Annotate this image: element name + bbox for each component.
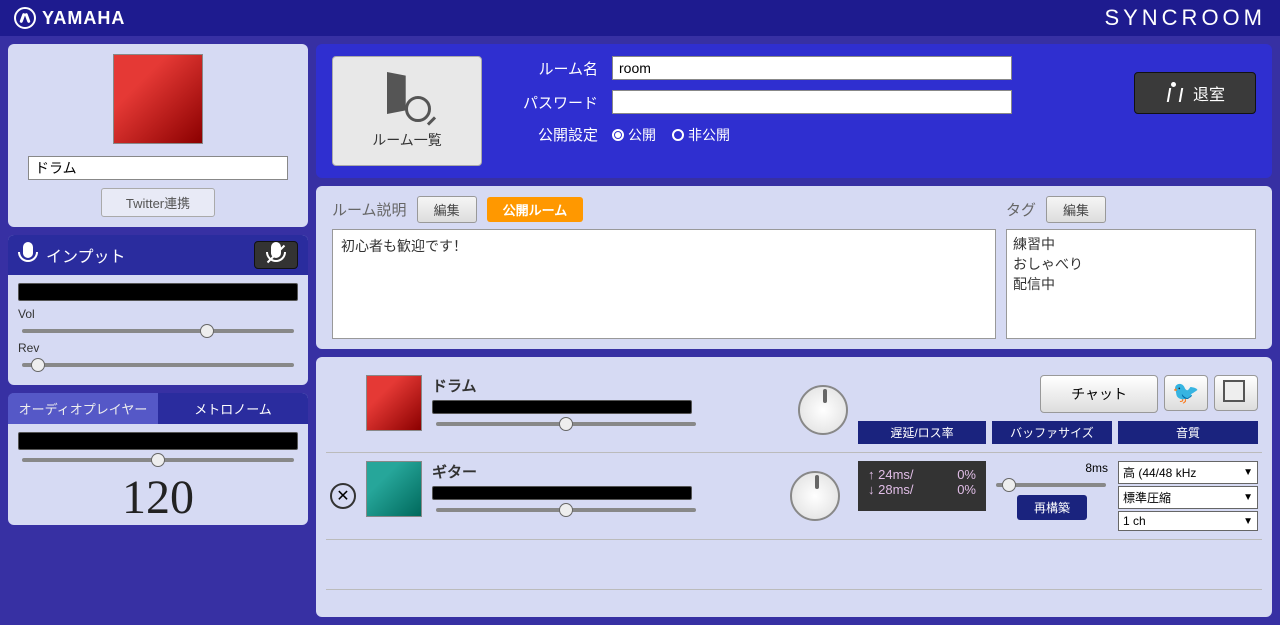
desc-label: ルーム説明 <box>332 199 407 220</box>
tempo-display: 120 <box>18 470 298 525</box>
twitter-link-button[interactable]: Twitter連携 <box>101 188 215 217</box>
copy-icon <box>1227 384 1245 402</box>
twitter-share-button[interactable]: 🐦 <box>1164 375 1208 411</box>
password-label: パスワード <box>498 92 598 113</box>
brand-name: YAMAHA <box>42 8 125 29</box>
tag-item: 配信中 <box>1013 274 1249 294</box>
brand-left: YAMAHA <box>14 7 125 29</box>
metronome-vol-slider[interactable] <box>22 458 294 462</box>
public-room-button[interactable]: 公開ルーム <box>487 197 584 222</box>
member-avatar <box>366 375 422 431</box>
exit-icon <box>1165 82 1181 104</box>
tag-item: 練習中 <box>1013 234 1249 254</box>
tag-item: おしゃべり <box>1013 254 1249 274</box>
room-description-panel: ルーム説明 編集 公開ルーム 初心者も歓迎です！ タグ 編集 練習中 おしゃべり… <box>316 186 1272 349</box>
mic-icon <box>18 242 38 268</box>
pan-knob[interactable] <box>790 471 840 521</box>
player-panel: オーディオプレイヤー メトロノーム 120 <box>8 393 308 525</box>
channels-dropdown[interactable]: 1 ch <box>1118 511 1258 531</box>
yamaha-logo-icon <box>14 7 36 29</box>
user-avatar[interactable] <box>113 54 203 144</box>
metronome-meter <box>18 432 298 450</box>
twitter-icon: 🐦 <box>1172 380 1199 406</box>
password-input[interactable] <box>612 90 1012 114</box>
vol-label: Vol <box>18 307 298 321</box>
tag-edit-button[interactable]: 編集 <box>1046 196 1106 223</box>
room-setup-panel: ルーム一覧 ルーム名 パスワード 公開設定 公開 非公開 <box>316 44 1272 178</box>
member-row-empty <box>326 540 1262 590</box>
room-name-input[interactable] <box>612 56 1012 80</box>
desc-edit-button[interactable]: 編集 <box>417 196 477 223</box>
member-name: ギター <box>432 461 780 482</box>
top-bar: YAMAHA SYNCROOM <box>0 0 1280 36</box>
member-row-self: ドラム チャット 🐦 遅延/ロス率 <box>326 367 1262 453</box>
tab-audio-player[interactable]: オーディオプレイヤー <box>8 393 158 424</box>
sample-rate-dropdown[interactable]: 高 (44/48 kHz <box>1118 461 1258 484</box>
members-panel: ドラム チャット 🐦 遅延/ロス率 <box>316 357 1272 617</box>
remove-member-button[interactable]: ✕ <box>330 483 356 509</box>
rev-label: Rev <box>18 341 298 355</box>
pan-knob[interactable] <box>798 385 848 435</box>
room-name-label: ルーム名 <box>498 58 598 79</box>
copy-button[interactable] <box>1214 375 1258 411</box>
mute-button[interactable] <box>254 241 298 269</box>
radio-public[interactable]: 公開 <box>612 125 656 145</box>
member-name: ドラム <box>432 375 788 396</box>
door-search-icon <box>387 72 427 122</box>
member-level-meter <box>432 486 692 500</box>
input-panel: インプット Vol Rev <box>8 235 308 385</box>
buffer-value: 8ms <box>992 461 1112 475</box>
tag-list: 練習中 おしゃべり 配信中 <box>1006 229 1256 339</box>
rev-slider[interactable] <box>22 363 294 367</box>
profile-panel: Twitter連携 <box>8 44 308 227</box>
member-level-meter <box>432 400 692 414</box>
room-list-button[interactable]: ルーム一覧 <box>332 56 482 166</box>
rebuild-button[interactable]: 再構築 <box>1017 495 1087 520</box>
compression-dropdown[interactable]: 標準圧縮 <box>1118 486 1258 509</box>
leave-room-button[interactable]: 退室 <box>1134 72 1256 114</box>
buffer-header: バッファサイズ <box>992 421 1112 444</box>
input-title: インプット <box>46 243 126 267</box>
member-row-peer: ✕ ギター ↑ 24ms/0% ↓ 28ms/0% <box>326 453 1262 540</box>
input-level-meter <box>18 283 298 301</box>
app-name: SYNCROOM <box>1104 5 1266 31</box>
desc-text: 初心者も歓迎です！ <box>332 229 996 339</box>
mic-muted-icon <box>266 242 286 268</box>
tab-metronome[interactable]: メトロノーム <box>158 393 308 424</box>
latency-readout: ↑ 24ms/0% ↓ 28ms/0% <box>858 461 986 511</box>
tag-label: タグ <box>1006 199 1036 220</box>
quality-header: 音質 <box>1118 421 1258 444</box>
visibility-label: 公開設定 <box>498 124 598 145</box>
latency-header: 遅延/ロス率 <box>858 421 986 444</box>
buffer-slider[interactable] <box>996 483 1106 487</box>
chat-button[interactable]: チャット <box>1040 375 1158 413</box>
radio-private[interactable]: 非公開 <box>672 125 730 145</box>
member-vol-slider[interactable] <box>436 422 696 426</box>
username-input[interactable] <box>28 156 288 180</box>
member-avatar <box>366 461 422 517</box>
member-vol-slider[interactable] <box>436 508 696 512</box>
vol-slider[interactable] <box>22 329 294 333</box>
